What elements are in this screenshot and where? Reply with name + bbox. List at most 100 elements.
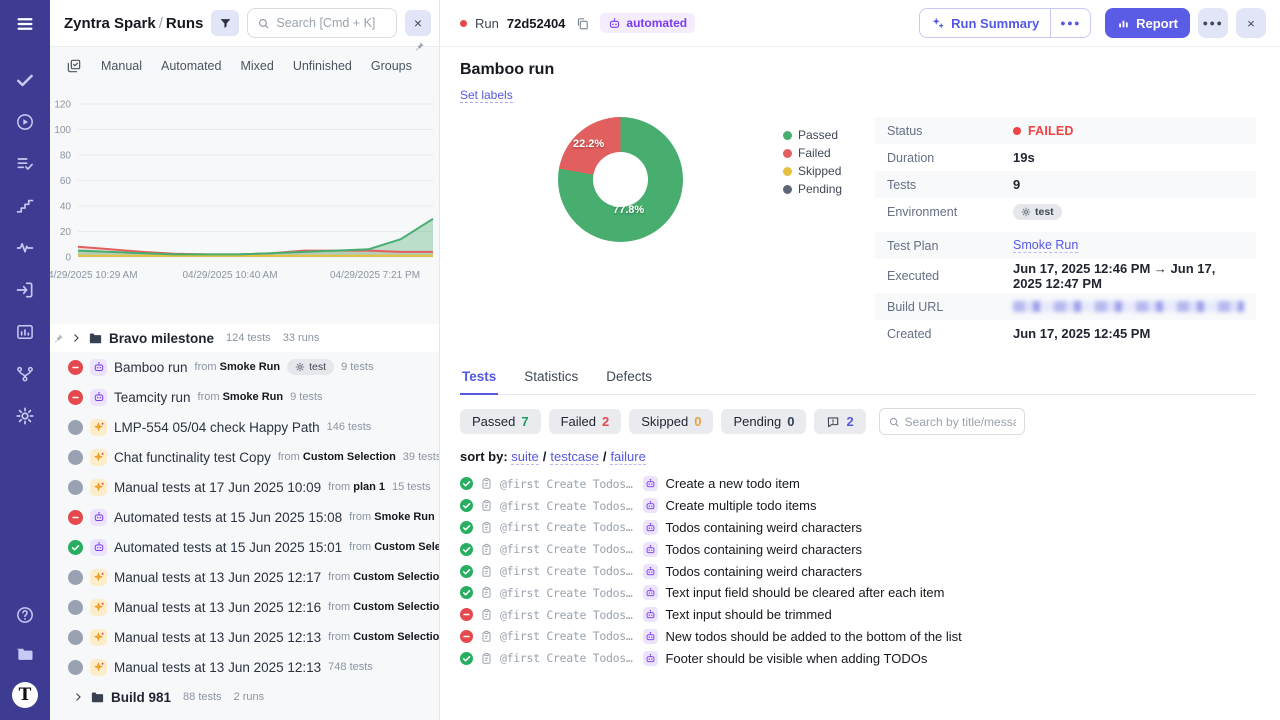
legend-dot (783, 185, 792, 194)
run-list-item[interactable]: Manual tests at 13 Jun 2025 12:16from Cu… (50, 592, 439, 622)
tests-search[interactable] (879, 408, 1025, 435)
runs-tab-manual[interactable]: Manual (101, 59, 142, 73)
test-result-row[interactable]: @first Create Todos…Text input should be… (460, 604, 1256, 626)
select-all-icon[interactable] (66, 58, 82, 74)
analytics-pulse-icon[interactable] (14, 237, 36, 259)
runs-tab-mixed[interactable]: Mixed (240, 59, 273, 73)
info-row-tests: Tests9 (875, 171, 1256, 198)
clipboard-icon (480, 499, 493, 512)
run-list-item[interactable]: Automated tests at 15 Jun 2025 15:08from… (50, 502, 439, 532)
donut-ring (558, 117, 683, 242)
run-list-item[interactable]: Automated tests at 15 Jun 2025 15:01from… (50, 532, 439, 562)
milestone-group-row[interactable]: Bravo milestone 124 tests 33 runs (50, 324, 439, 352)
svg-text:04/29/2025 7:21 PM: 04/29/2025 7:21 PM (330, 270, 420, 281)
test-suite-path: @first Create Todos… (500, 520, 632, 534)
run-list-item[interactable]: Manual tests at 13 Jun 2025 12:13from Cu… (50, 622, 439, 652)
filter-pill-failed[interactable]: Failed2 (549, 409, 622, 434)
reports-chart-icon[interactable] (14, 321, 36, 343)
run-list-item[interactable]: Teamcity runfrom Smoke Run9 tests (50, 382, 439, 412)
test-result-row[interactable]: @first Create Todos…New todos should be … (460, 626, 1256, 648)
test-title: New todos should be added to the bottom … (665, 629, 961, 644)
run-list-item[interactable]: Manual tests at 13 Jun 2025 12:13748 tes… (50, 652, 439, 682)
runs-play-icon[interactable] (14, 111, 36, 133)
tab-tests[interactable]: Tests (460, 369, 498, 395)
neutral-status-icon (68, 480, 83, 495)
environment-badge: test (287, 359, 334, 375)
chevron-right-icon[interactable] (72, 691, 84, 703)
runs-search[interactable] (247, 8, 397, 38)
pill-count: 2 (846, 414, 853, 429)
filter-pill-comments[interactable]: 2 (814, 409, 865, 434)
run-id: 72d52404 (507, 16, 566, 31)
chevron-right-icon[interactable] (70, 332, 82, 344)
donut-passed-percent: 77.8% (613, 204, 644, 216)
pin-panel-icon[interactable] (414, 39, 425, 57)
project-name[interactable]: Zyntra Spark (64, 15, 156, 32)
clipboard-icon (480, 608, 493, 621)
milestones-steps-icon[interactable] (14, 195, 36, 217)
robot-icon (90, 389, 107, 406)
test-result-row[interactable]: @first Create Todos…Create a new todo it… (460, 473, 1256, 495)
info-row-status: StatusFAILED (875, 117, 1256, 144)
test-plan-link[interactable]: Smoke Run (1013, 238, 1078, 253)
settings-gear-icon[interactable] (14, 405, 36, 427)
filter-button[interactable] (211, 10, 239, 36)
pill-label: Failed (561, 414, 596, 429)
passed-status-icon (460, 565, 473, 578)
runs-panel-header: Zyntra Spark/Runs × (50, 0, 439, 47)
build-url-redacted[interactable] (1013, 301, 1244, 312)
robot-icon (643, 651, 658, 666)
testomat-logo[interactable]: T (12, 682, 38, 708)
runs-tab-automated[interactable]: Automated (161, 59, 221, 73)
filter-pill-skipped[interactable]: Skipped0 (629, 409, 713, 434)
copy-run-id-button[interactable] (573, 14, 592, 33)
sort-link-suite[interactable]: suite (511, 449, 538, 465)
tab-statistics[interactable]: Statistics (522, 369, 580, 394)
help-icon[interactable] (14, 604, 36, 626)
build-folder-row[interactable]: Build 981 88 tests 2 runs (50, 682, 439, 712)
passed-status-icon (68, 540, 83, 555)
run-list-item[interactable]: Manual tests at 17 Jun 2025 10:09from pl… (50, 472, 439, 502)
tests-check-icon[interactable] (14, 69, 36, 91)
test-result-row[interactable]: @first Create Todos…Create multiple todo… (460, 495, 1256, 517)
sort-link-testcase[interactable]: testcase (550, 449, 598, 465)
folder-icon (90, 690, 105, 705)
test-result-row[interactable]: @first Create Todos…Todos containing wei… (460, 517, 1256, 539)
report-button[interactable]: Report (1105, 8, 1190, 38)
neutral-status-icon (68, 600, 83, 615)
sparkle-icon (90, 659, 107, 676)
run-name: Manual tests at 13 Jun 2025 12:17 (114, 570, 321, 585)
robot-icon (608, 17, 621, 30)
svg-text:04/29/2025 10:29 AM: 04/29/2025 10:29 AM (50, 270, 138, 281)
close-panel-button[interactable]: × (405, 10, 431, 36)
filter-pill-pending[interactable]: Pending0 (721, 409, 806, 434)
runs-search-input[interactable] (276, 16, 387, 30)
menu-icon[interactable] (14, 13, 36, 35)
search-icon (257, 17, 270, 30)
run-list-item[interactable]: Chat functinality test Copyfrom Custom S… (50, 442, 439, 472)
test-result-row[interactable]: @first Create Todos…Todos containing wei… (460, 538, 1256, 560)
import-signin-icon[interactable] (14, 279, 36, 301)
tests-search-input[interactable] (905, 415, 1016, 429)
more-actions-button[interactable]: ●●● (1198, 8, 1228, 38)
runs-tab-groups[interactable]: Groups (371, 59, 412, 73)
test-plans-list-icon[interactable] (14, 153, 36, 175)
test-result-row[interactable]: @first Create Todos…Text input field sho… (460, 582, 1256, 604)
test-result-row[interactable]: @first Create Todos…Todos containing wei… (460, 560, 1256, 582)
run-list-item[interactable]: Manual tests at 13 Jun 2025 12:17from Cu… (50, 562, 439, 592)
close-run-button[interactable]: × (1236, 8, 1266, 38)
run-summary-more-button[interactable]: ●●● (1050, 9, 1090, 37)
run-list-item[interactable]: LMP-554 05/04 check Happy Path146 tests (50, 412, 439, 442)
set-labels-link[interactable]: Set labels (460, 88, 513, 103)
test-title: Todos containing weird characters (665, 542, 862, 557)
projects-folder-icon[interactable] (14, 643, 36, 665)
integrations-branch-icon[interactable] (14, 363, 36, 385)
test-result-row[interactable]: @first Create Todos…Footer should be vis… (460, 647, 1256, 669)
filter-pill-passed[interactable]: Passed7 (460, 409, 541, 434)
run-list-item[interactable]: Bamboo runfrom Smoke Runtest9 tests (50, 352, 439, 382)
runs-tab-unfinished[interactable]: Unfinished (293, 59, 352, 73)
pill-count: 0 (787, 414, 794, 429)
run-summary-button[interactable]: Run Summary ●●● (919, 8, 1091, 38)
sort-link-failure[interactable]: failure (610, 449, 645, 465)
tab-defects[interactable]: Defects (604, 369, 654, 394)
